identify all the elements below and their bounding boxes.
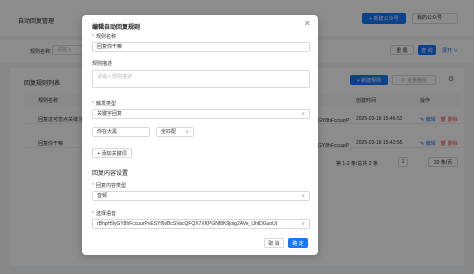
cancel-button[interactable]: 取 消	[264, 238, 284, 248]
rule-name-label: * 规则名称	[92, 34, 116, 40]
trigger-type-label: * 触发类型	[92, 101, 116, 107]
chevron-down-icon: ∨	[301, 193, 305, 199]
rule-name-input[interactable]: 回复你干嘛	[92, 42, 310, 52]
keyword-input[interactable]: 你在大黑	[92, 127, 150, 137]
chevron-down-icon: ∨	[185, 129, 189, 135]
chevron-down-icon: ∨	[300, 220, 305, 228]
rule-desc-label: 规则描述	[92, 61, 113, 67]
match-type-select[interactable]: 全匹配 ∨	[156, 127, 194, 137]
add-keyword-button[interactable]: + 添加关键词	[92, 148, 132, 158]
modal-title: 编辑自动回复规则	[92, 25, 141, 31]
ok-button[interactable]: 确 定	[288, 238, 308, 248]
close-icon[interactable]: ✕	[304, 20, 311, 28]
section-title: 回复内容设置	[92, 171, 129, 177]
select-audio-label: * 选择语音	[92, 211, 116, 217]
select-audio-select[interactable]: rBhpH9yGY8hFccuurPvESYf6vBcSVacQFQX7XKPG…	[92, 219, 310, 229]
chevron-down-icon: ∨	[301, 111, 305, 117]
content-type-label: * 回复内容类型	[92, 183, 126, 189]
rule-desc-textarea[interactable]: 请输入规则描述	[92, 70, 310, 88]
content-type-select[interactable]: 音频 ∨	[92, 191, 310, 201]
trigger-type-select[interactable]: 关键字回复 ∨	[92, 109, 310, 119]
